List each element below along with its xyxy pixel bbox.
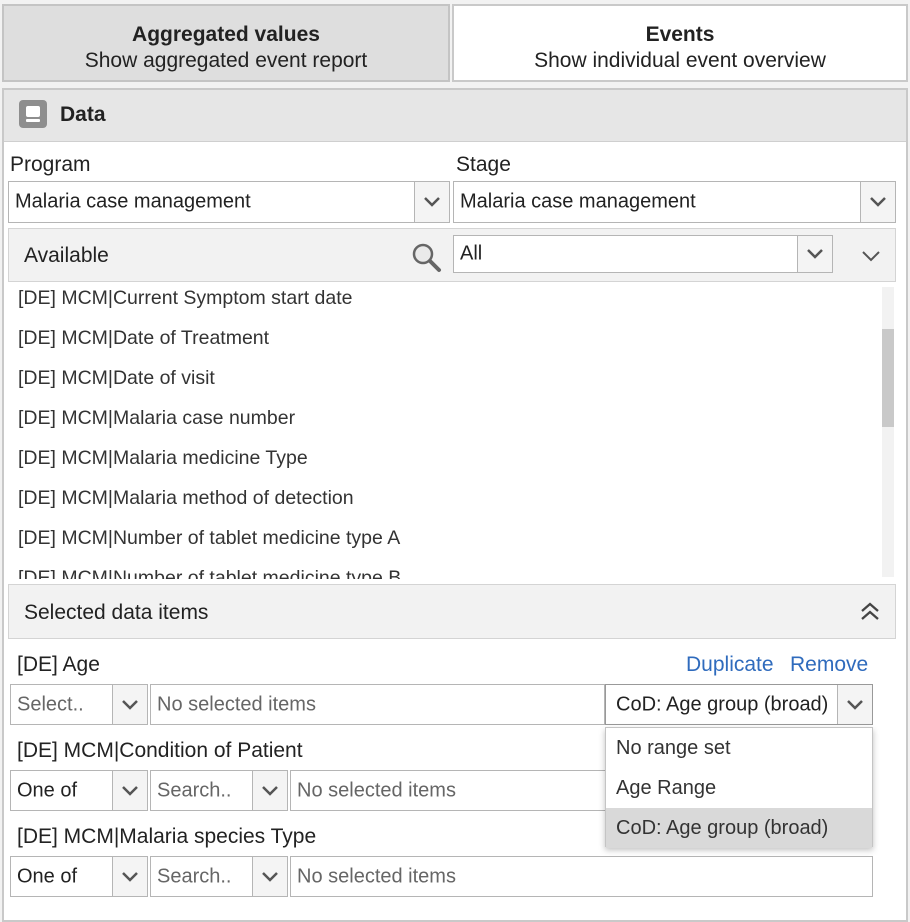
operator-value: One of [17,779,78,801]
legend-dropdown-menu: No range set Age Range CoD: Age group (b… [605,727,873,848]
selected-item-name: [DE] MCM|Malaria species Type [17,825,317,848]
scrollbar-thumb[interactable] [882,329,894,427]
search-icon[interactable] [410,241,442,273]
search-select[interactable]: Search.. [150,770,288,811]
collapse-up-icon[interactable] [859,601,881,628]
legend-set-select[interactable]: CoD: Age group (broad) [605,684,873,725]
list-item[interactable]: [DE] MCM|Current Symptom start date [18,287,352,310]
tab-subtitle: Show individual event overview [534,49,826,72]
operator-select[interactable]: One of [10,770,148,811]
scrollbar-track[interactable] [882,287,894,577]
stage-select[interactable]: Malaria case management [453,181,896,223]
dropdown-option[interactable]: Age Range [606,768,872,808]
chevron-down-icon[interactable] [837,685,872,724]
chevron-down-icon[interactable] [252,857,287,896]
operator-value: One of [17,865,78,887]
list-item[interactable]: [DE] MCM|Malaria method of detection [18,487,354,510]
dropdown-option-selected[interactable]: CoD: Age group (broad) [606,808,872,848]
operator-select[interactable]: Select.. [10,684,148,725]
values-placeholder: No selected items [157,693,316,715]
tab-title: Aggregated values [132,23,320,46]
available-label: Available [24,244,109,267]
filter-select[interactable]: All [453,235,833,273]
available-list[interactable]: [DE] MCM|Current Symptom start date [DE]… [8,283,896,579]
filter-select-value: All [460,242,483,265]
program-label: Program [10,153,91,176]
chevron-down-icon[interactable] [860,182,895,222]
chevron-down-icon[interactable] [112,771,147,810]
program-select[interactable]: Malaria case management [8,181,450,223]
selected-item-name: [DE] Age [17,653,100,676]
search-placeholder: Search.. [157,865,232,887]
list-item[interactable]: [DE] MCM|Malaria medicine Type [18,447,308,470]
values-placeholder: No selected items [297,865,456,887]
legend-set-value: CoD: Age group (broad) [616,693,829,715]
operator-select[interactable]: One of [10,856,148,897]
list-item[interactable]: [DE] MCM|Number of tablet medicine type … [18,527,400,550]
operator-placeholder: Select.. [17,693,84,715]
tab-title: Events [645,23,715,46]
search-select[interactable]: Search.. [150,856,288,897]
selected-item-name: [DE] MCM|Condition of Patient [17,739,303,762]
stage-select-value: Malaria case management [460,190,696,213]
tab-subtitle: Show aggregated event report [84,49,368,72]
collapse-chevron-icon[interactable] [861,249,881,268]
tab-events[interactable]: Events Show individual event overview [452,4,908,82]
chevron-down-icon[interactable] [112,685,147,724]
list-item[interactable]: [DE] MCM|Malaria case number [18,407,295,430]
search-placeholder: Search.. [157,779,232,801]
program-select-value: Malaria case management [15,190,251,213]
tab-aggregated-values[interactable]: Aggregated values Show aggregated event … [2,4,450,82]
duplicate-link[interactable]: Duplicate [686,653,774,677]
list-item[interactable]: [DE] MCM|Date of Treatment [18,327,269,350]
database-icon [19,100,47,128]
chevron-down-icon[interactable] [797,236,832,272]
chevron-down-icon[interactable] [112,857,147,896]
remove-link[interactable]: Remove [790,653,868,677]
list-item[interactable]: [DE] MCM|Date of visit [18,367,215,390]
list-item[interactable]: [DE] MCM|Number of tablet medicine type … [18,567,401,579]
values-field[interactable]: No selected items [150,684,605,725]
chevron-down-icon[interactable] [414,182,449,222]
values-placeholder: No selected items [297,779,456,801]
data-panel-title: Data [60,103,106,126]
stage-label: Stage [456,153,511,176]
data-panel-header[interactable]: Data [4,90,906,142]
chevron-down-icon[interactable] [252,771,287,810]
available-header: Available All [8,228,896,282]
selected-title: Selected data items [24,601,209,624]
values-field[interactable]: No selected items [290,856,873,897]
dropdown-option[interactable]: No range set [606,728,872,768]
selected-header: Selected data items [8,584,896,639]
